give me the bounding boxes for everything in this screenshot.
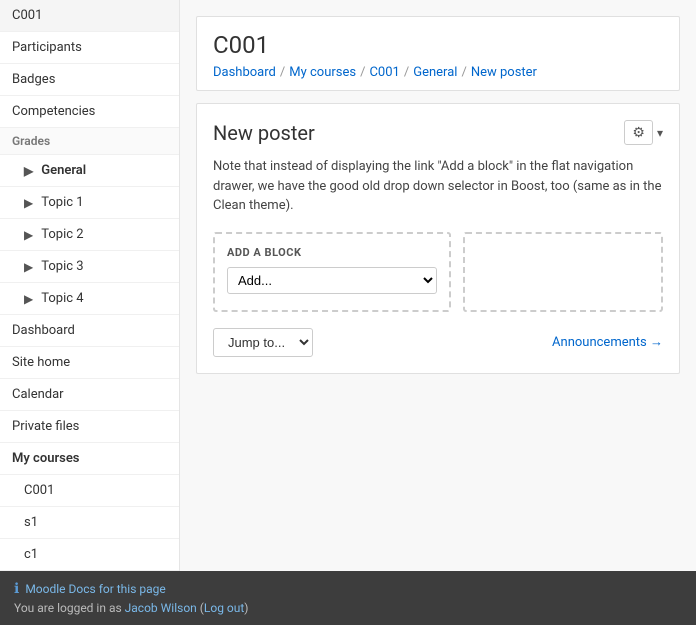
sidebar-item-site-home-label: Site home (12, 355, 70, 370)
sidebar-item-general-label: General (41, 163, 86, 178)
sidebar-item-c001-label: C001 (12, 8, 42, 23)
sidebar-item-competencies[interactable]: Competencies (0, 96, 179, 128)
sidebar-item-my-courses-c001[interactable]: C001 (0, 475, 179, 507)
card-title: New poster (213, 121, 315, 145)
main-card: New poster ⚙ ▾ Note that instead of disp… (196, 103, 680, 374)
sidebar-item-calendar[interactable]: Calendar (0, 379, 179, 411)
sidebar-item-calendar-label: Calendar (12, 387, 64, 402)
footer: ℹ Moodle Docs for this page You are logg… (0, 571, 696, 625)
footer-logout-link[interactable]: Log out (204, 601, 244, 615)
breadcrumb-dashboard[interactable]: Dashboard (213, 65, 276, 80)
sidebar-item-topic2[interactable]: ▶ Topic 2 (0, 219, 179, 251)
footer-top: ℹ Moodle Docs for this page (14, 581, 682, 597)
add-block-zone: ADD A BLOCK Add... (213, 232, 451, 312)
sidebar-item-c001[interactable]: C001 (0, 0, 179, 32)
sidebar-item-my-courses-s1[interactable]: s1 (0, 507, 179, 539)
add-block-label: ADD A BLOCK (227, 246, 437, 259)
sidebar-item-private-files[interactable]: Private files (0, 411, 179, 443)
folder-icon-general: ▶ (24, 164, 33, 178)
announcements-link[interactable]: Announcements → (552, 334, 663, 350)
footer-logged-in-text: You are logged in as (14, 601, 122, 615)
sidebar-item-topic3[interactable]: ▶ Topic 3 (0, 251, 179, 283)
sidebar-item-badges-label: Badges (12, 72, 55, 87)
breadcrumb-general[interactable]: General (413, 65, 457, 80)
sidebar-item-topic4[interactable]: ▶ Topic 4 (0, 283, 179, 315)
folder-icon-topic3: ▶ (24, 260, 33, 274)
folder-icon-topic4: ▶ (24, 292, 33, 306)
info-icon: ℹ (14, 581, 19, 597)
sidebar-item-topic1-label: Topic 1 (41, 195, 83, 210)
sidebar-item-participants[interactable]: Participants (0, 32, 179, 64)
breadcrumb-my-courses[interactable]: My courses (289, 65, 356, 80)
footer-docs-link[interactable]: Moodle Docs for this page (25, 582, 165, 596)
folder-icon-topic2: ▶ (24, 228, 33, 242)
sidebar-item-badges[interactable]: Badges (0, 64, 179, 96)
breadcrumb-new-poster[interactable]: New poster (471, 65, 537, 80)
page-title: C001 (213, 31, 663, 59)
main-content: C001 Dashboard / My courses / C001 / Gen… (180, 0, 696, 571)
card-footer: Jump to... Announcements → (213, 328, 663, 357)
sidebar-item-topic2-label: Topic 2 (41, 227, 83, 242)
folder-icon-topic1: ▶ (24, 196, 33, 210)
sidebar-item-my-courses[interactable]: My courses (0, 443, 179, 475)
gear-button[interactable]: ⚙ (624, 120, 653, 145)
sidebar-item-site-home[interactable]: Site home (0, 347, 179, 379)
card-description: Note that instead of displaying the link… (213, 157, 663, 216)
side-block-zone (463, 232, 663, 312)
footer-user-link[interactable]: Jacob Wilson (125, 601, 197, 615)
breadcrumb-c001[interactable]: C001 (369, 65, 399, 80)
sidebar-item-my-courses-label: My courses (12, 451, 80, 466)
sidebar-item-participants-label: Participants (12, 40, 82, 55)
sidebar-item-my-courses-c001-label: C001 (24, 483, 54, 498)
sidebar-item-topic1[interactable]: ▶ Topic 1 (0, 187, 179, 219)
breadcrumb-sep-3: / (404, 65, 409, 80)
sidebar-item-my-courses-c1-label: c1 (24, 547, 38, 562)
breadcrumb-sep-4: / (461, 65, 466, 80)
sidebar-item-my-courses-s1-label: s1 (24, 515, 38, 530)
sidebar-item-topic3-label: Topic 3 (41, 259, 83, 274)
sidebar-item-dashboard[interactable]: Dashboard (0, 315, 179, 347)
grades-section-label: Grades (0, 128, 179, 155)
sidebar: C001 Participants Badges Competencies Gr… (0, 0, 180, 571)
breadcrumb-sep-2: / (360, 65, 365, 80)
sidebar-item-dashboard-label: Dashboard (12, 323, 75, 338)
sidebar-item-competencies-label: Competencies (12, 104, 95, 119)
breadcrumb-sep-1: / (280, 65, 285, 80)
jump-to-select[interactable]: Jump to... (213, 328, 313, 357)
sidebar-item-private-files-label: Private files (12, 419, 79, 434)
page-header: C001 Dashboard / My courses / C001 / Gen… (196, 16, 680, 91)
breadcrumb: Dashboard / My courses / C001 / General … (213, 65, 663, 80)
footer-bottom: You are logged in as Jacob Wilson (Log o… (14, 601, 682, 615)
card-actions: ⚙ ▾ (624, 120, 663, 145)
card-header: New poster ⚙ ▾ (213, 120, 663, 145)
sidebar-item-my-courses-c1[interactable]: c1 (0, 539, 179, 571)
dropdown-arrow-icon[interactable]: ▾ (657, 126, 663, 140)
blocks-row: ADD A BLOCK Add... (213, 232, 663, 312)
sidebar-item-topic4-label: Topic 4 (41, 291, 83, 306)
sidebar-item-general[interactable]: ▶ General (0, 155, 179, 187)
add-block-select[interactable]: Add... (227, 267, 437, 294)
